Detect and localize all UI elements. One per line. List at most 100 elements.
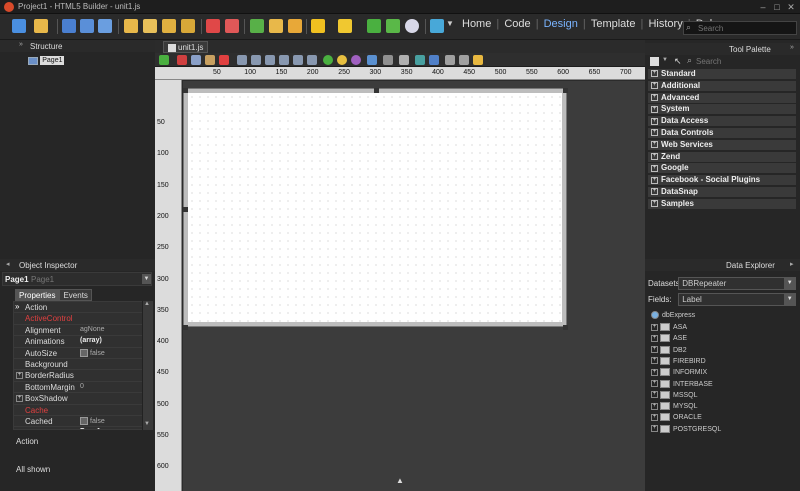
preview-icon[interactable] [415,55,425,65]
property-value[interactable]: false [80,417,105,425]
palette-category[interactable]: + System [648,104,796,116]
palette-category[interactable]: + Data Controls [648,128,796,139]
pointer-icon[interactable]: ↖ [674,56,682,67]
tree-node-driver[interactable]: + INFORMIX [651,368,707,378]
bring-front-icon[interactable] [367,55,377,65]
chevron-down-icon[interactable]: ▼ [142,274,151,284]
tree-node-driver[interactable]: + POSTGRESQL [651,424,721,435]
align-bottom-icon[interactable] [307,55,317,65]
package-icon[interactable] [288,19,302,33]
align-middle-icon[interactable] [293,55,303,65]
menu-code[interactable]: Code [504,18,530,30]
zoom-in-icon[interactable] [323,55,333,65]
page1-design-surface[interactable] [183,88,568,330]
group-icon[interactable] [351,55,361,65]
align-top-icon[interactable] [279,55,289,65]
align-center-icon[interactable] [251,55,261,65]
property-value[interactable]: false [80,348,105,357]
datasets-select[interactable]: DBRepeater ▼ [678,277,797,290]
expand-icon[interactable]: + [651,334,658,342]
close-file-icon[interactable] [206,19,220,33]
property-value[interactable]: 0 [80,383,84,390]
menu-home[interactable]: Home [462,18,491,30]
property-row[interactable]: Cached false [14,416,144,428]
delete-icon[interactable] [219,55,229,65]
add-to-project-icon[interactable] [162,19,176,33]
expand-icon[interactable]: + [651,368,658,376]
flip-icon[interactable] [445,55,455,65]
resize-handle[interactable] [183,325,188,330]
palette-category[interactable]: + Additional [648,80,796,92]
palette-category[interactable]: + DataSnap [648,187,796,198]
open-folder-icon[interactable] [34,19,48,33]
global-search-input[interactable] [698,23,794,34]
palette-category[interactable]: + Advanced [648,92,796,104]
resize-handle[interactable] [563,325,568,330]
grid-icon[interactable] [399,55,409,65]
tree-node-driver[interactable]: + ORACLE [651,413,702,423]
tree-node-driver[interactable]: + MSSQL [651,390,698,401]
palette-category[interactable]: + Zend [648,151,796,163]
project-options-icon[interactable] [181,19,195,33]
send-back-icon[interactable] [383,55,393,65]
debug-run-icon[interactable] [338,19,352,33]
minimize-icon[interactable]: – [758,2,768,12]
maximize-icon[interactable]: □ [772,2,782,12]
cut-icon[interactable] [177,55,187,65]
copy-icon[interactable] [191,55,201,65]
file-tab-unit1[interactable]: unit1.js [163,41,209,53]
resize-handle[interactable] [183,207,188,212]
property-scrollbar[interactable]: ▲ ▼ [142,301,153,430]
align-right-icon[interactable] [265,55,275,65]
checkbox-icon[interactable] [80,348,88,357]
expand-icon[interactable]: + [651,323,658,331]
expand-icon[interactable]: + [16,395,23,403]
collapse-left-icon[interactable]: ◂ [6,260,10,268]
collapse-right-icon[interactable]: ▸ [790,260,794,268]
palette-category[interactable]: + Standard [648,69,796,80]
chevron-down-icon[interactable]: ▼ [662,57,668,63]
expand-icon[interactable]: + [16,372,23,380]
expand-icon[interactable]: + [651,380,658,387]
lock-icon[interactable] [473,55,483,65]
menu-template[interactable]: Template [591,18,636,30]
property-row[interactable]: AutoSize false [14,348,144,359]
tab-events[interactable]: Events [59,289,92,301]
run-icon[interactable] [311,19,325,33]
mirror-icon[interactable] [459,55,469,65]
refresh-icon[interactable] [159,55,169,65]
collapse-icon[interactable]: » [19,41,23,48]
structure-tree-item[interactable]: Page1 [28,56,65,66]
export-icon[interactable] [269,19,283,33]
property-value[interactable]: (array) [80,337,102,344]
tree-node-driver[interactable]: + FIREBIRD [651,356,706,367]
collapse-icon[interactable]: » [790,44,794,51]
menu-design[interactable]: Design [544,18,578,30]
property-row[interactable]: Cache [14,405,144,416]
property-value[interactable]: agNone [80,326,105,333]
tab-properties[interactable]: Properties [15,289,60,301]
palette-category[interactable]: + Samples [648,198,796,210]
new-project-icon[interactable] [143,19,157,33]
expand-icon[interactable]: + [651,425,658,433]
align-left-icon[interactable] [237,55,247,65]
resize-handle[interactable] [183,88,188,93]
step-into-icon[interactable] [386,19,400,33]
property-value[interactable]: Page1 [80,428,101,429]
open-project-icon[interactable] [124,19,138,33]
tree-root-dbexpress[interactable]: dbExpress [651,311,695,321]
palette-categories-icon[interactable] [650,57,659,66]
tree-node-driver[interactable]: + MYSQL [651,402,698,412]
fields-select[interactable]: Label ▼ [678,293,797,306]
chevron-down-icon[interactable]: ▼ [446,19,460,33]
scroll-up-icon[interactable]: ▲ [144,301,150,307]
palette-category[interactable]: + Google [648,163,796,175]
property-row[interactable]: ActiveControl [14,313,144,325]
expand-icon[interactable]: + [651,391,658,399]
expand-up-icon[interactable]: ▲ [396,476,404,485]
property-row[interactable]: Animations (array) [14,336,144,348]
close-icon[interactable]: ✕ [786,2,796,12]
property-row[interactable]: Caption Page1 [14,427,144,429]
property-row[interactable]: + BoxShadow [14,393,144,405]
tree-node-driver[interactable]: + ASE [651,334,687,344]
